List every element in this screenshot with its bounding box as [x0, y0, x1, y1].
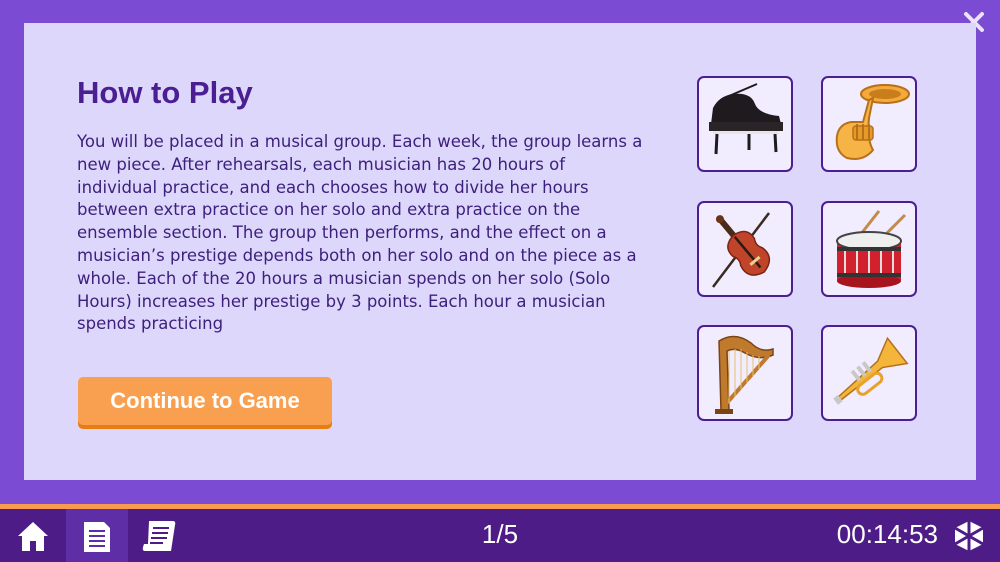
instructions-text: You will be placed in a musical group. E… — [77, 132, 643, 334]
how-to-play-panel: How to Play You will be placed in a musi… — [24, 23, 976, 480]
home-button[interactable] — [2, 509, 64, 562]
scroll-icon — [142, 520, 176, 551]
scroll-button[interactable] — [128, 509, 190, 562]
instrument-tile-harp[interactable] — [697, 325, 793, 421]
dialog-title: How to Play — [77, 75, 253, 110]
instrument-tile-piano[interactable] — [697, 76, 793, 172]
trumpet-icon — [833, 336, 909, 405]
dialog-frame: How to Play You will be placed in a musi… — [0, 0, 1000, 504]
continue-to-game-button[interactable]: Continue to Game — [78, 377, 332, 425]
cube-logo-icon — [954, 521, 984, 551]
bottom-bar: 1/5 00:14:53 — [0, 509, 1000, 562]
drum-icon — [836, 210, 907, 288]
document-icon — [84, 521, 110, 552]
instrument-tile-drum[interactable] — [821, 201, 917, 297]
harp-icon — [715, 335, 774, 414]
timer: 00:14:53 — [836, 519, 938, 549]
page-indicator: 1/5 — [481, 519, 519, 549]
instrument-tile-violin[interactable] — [697, 201, 793, 297]
instrument-tile-trumpet[interactable] — [821, 325, 917, 421]
tuba-icon — [835, 84, 910, 160]
violin-icon — [712, 212, 771, 288]
home-icon — [18, 521, 48, 551]
instrument-tile-tuba[interactable] — [821, 76, 917, 172]
document-button[interactable] — [66, 509, 128, 562]
piano-icon — [709, 83, 783, 155]
